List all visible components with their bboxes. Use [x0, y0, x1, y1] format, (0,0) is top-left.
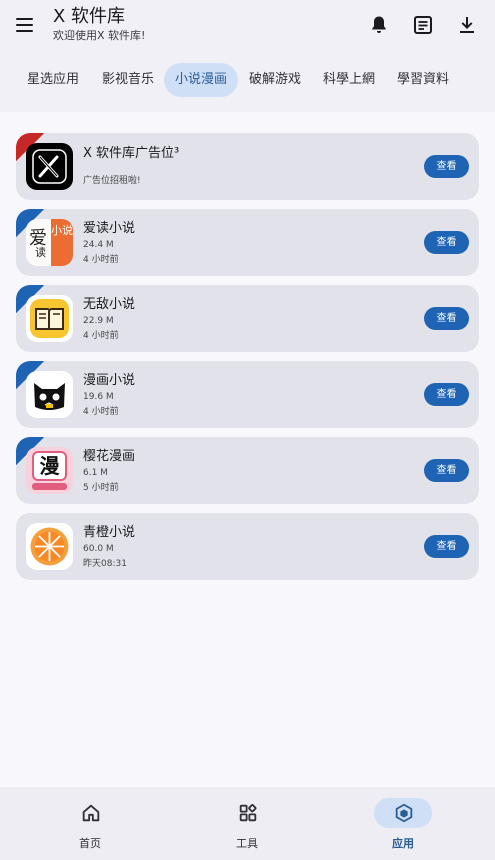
app-card-manhua[interactable]: 漫画小说 19.6 M 4 小时前 查看 — [16, 361, 479, 428]
app-card-wudi[interactable]: 无敌小说 22.9 M 4 小时前 查看 — [16, 285, 479, 352]
app-name: 漫画小说 — [83, 373, 136, 388]
home-icon — [82, 804, 100, 822]
tab-yingshi[interactable]: 影视音乐 — [95, 63, 161, 97]
tab-kexue[interactable]: 科學上網 — [316, 63, 382, 97]
nav-tools[interactable]: 工具 — [207, 787, 287, 860]
view-button[interactable]: 查看 — [424, 231, 469, 254]
nav-label: 工具 — [236, 837, 258, 850]
bell-icon[interactable] — [367, 13, 391, 37]
top-app-bar: X 软件库 欢迎使用X 软件库! 星选应用 影视音乐 小说漫画 破解游戏 科學上… — [0, 0, 495, 112]
app-name: 樱花漫画 — [83, 449, 136, 464]
menu-icon[interactable] — [14, 14, 36, 36]
app-card-aidu[interactable]: 爱 读 小说 爱读小说 24.4 M 4 小时前 查看 — [16, 209, 479, 276]
app-size: 60.0 M — [83, 544, 114, 554]
view-button[interactable]: 查看 — [424, 459, 469, 482]
view-button[interactable]: 查看 — [424, 383, 469, 406]
app-card-ad[interactable]: X 软件库广告位³ 广告位招租啦! 查看 — [16, 133, 479, 200]
app-title: X 软件库 — [53, 6, 126, 27]
tab-xingxuan[interactable]: 星选应用 — [20, 63, 86, 97]
nav-home[interactable]: 首页 — [50, 787, 130, 860]
app-updated-time: 4 小时前 — [83, 331, 119, 341]
app-updated-time: 昨天08:31 — [83, 559, 127, 569]
orange-icon — [26, 523, 73, 570]
grid-icon — [239, 804, 257, 822]
app-name: 青橙小说 — [83, 525, 136, 540]
app-name: 无敌小说 — [83, 297, 136, 312]
download-icon[interactable] — [455, 13, 479, 37]
ad-description: 广告位招租啦! — [83, 176, 141, 186]
app-card-yinghua[interactable]: 漫 樱花漫画 6.1 M 5 小时前 查看 — [16, 437, 479, 504]
app-name: 爱读小说 — [83, 221, 136, 236]
app-size: 24.4 M — [83, 240, 114, 250]
view-button[interactable]: 查看 — [424, 535, 469, 558]
app-subtitle: 欢迎使用X 软件库! — [53, 29, 146, 42]
app-updated-time: 4 小时前 — [83, 407, 119, 417]
app-name: X 软件库广告位³ — [83, 146, 180, 161]
view-button[interactable]: 查看 — [424, 307, 469, 330]
tab-xiaoshuo[interactable]: 小说漫画 — [164, 63, 238, 97]
nav-apps[interactable]: 应用 — [363, 787, 443, 860]
x-logo-icon — [26, 143, 73, 190]
nav-label: 首页 — [79, 837, 101, 850]
app-updated-time: 4 小时前 — [83, 255, 119, 265]
cube-icon — [395, 803, 413, 823]
app-size: 6.1 M — [83, 468, 108, 478]
app-size: 19.6 M — [83, 392, 114, 402]
app-card-qingcheng[interactable]: 青橙小说 60.0 M 昨天08:31 查看 — [16, 513, 479, 580]
aidu-novel-icon: 爱 读 小说 — [26, 219, 73, 266]
view-button[interactable]: 查看 — [424, 155, 469, 178]
notes-icon[interactable] — [411, 13, 435, 37]
book-icon — [26, 295, 73, 342]
tab-pojie[interactable]: 破解游戏 — [242, 63, 308, 97]
tab-xuexi[interactable]: 學習資料 — [390, 63, 456, 97]
nav-label: 应用 — [392, 837, 414, 850]
cat-icon — [26, 371, 73, 418]
category-tabs: 星选应用 影视音乐 小说漫画 破解游戏 科學上網 學習資料 — [0, 63, 495, 97]
app-updated-time: 5 小时前 — [83, 483, 119, 493]
app-size: 22.9 M — [83, 316, 114, 326]
bottom-navigation: 首页 工具 应用 — [0, 787, 495, 860]
manhua-icon: 漫 — [26, 447, 73, 494]
